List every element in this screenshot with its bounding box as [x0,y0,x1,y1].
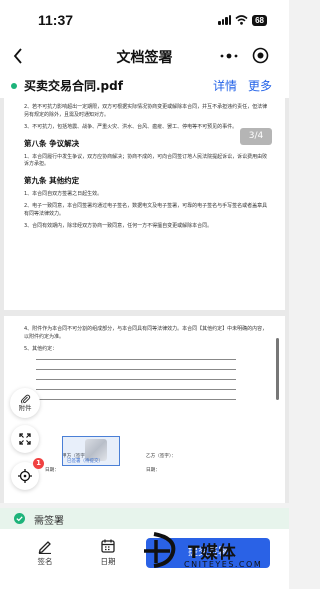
status-time: 11:37 [38,12,74,28]
doc-paragraph: 4、附件作为本合同不可分割的组成部分，与本合同具有同等法律效力。本合同【其他约定… [24,326,268,340]
calendar-icon [101,539,115,553]
date-a-label: 日期： [45,468,59,473]
status-icons: 68 [218,14,267,26]
doc-paragraph: 3、合同有效期内，除非经双方协商一致同意，任何一方不得擅自变更或解除本合同。 [24,223,213,229]
document-page: 4、附件作为本合同不可分割的组成部分，与本合同具有同等法律效力。本合同【其他约定… [4,316,285,503]
pen-icon [38,541,51,554]
signature-field[interactable]: 已签署（待提交） [62,436,120,466]
doc-paragraph: 2、若不可抗力影响超出一定期限，双方可根据实际情况协商变更或解除本合同，并互不承… [24,104,268,118]
file-bar: 买卖交易合同.pdf 详情 更多 [0,72,289,98]
date-tool-button[interactable]: 日期 [90,538,126,567]
attachment-button[interactable]: 附件 [10,388,40,418]
doc-paragraph: 1、本合同自双方签署之日起生效。 [24,190,103,197]
attachment-label: 附件 [18,404,32,412]
back-arrow-icon[interactable] [12,46,24,66]
section-heading: 第八条 争议解决 [24,138,80,148]
brand-site-text: CNITEYES.COM [184,560,263,569]
wifi-icon [235,15,248,25]
more-options-icon[interactable] [218,50,240,62]
pending-count-badge: 1 [33,458,44,469]
more-link[interactable]: 更多 [248,77,272,94]
check-circle-icon [14,513,25,524]
doc-paragraph: 5、其他约定： [24,346,58,352]
scrollbar[interactable] [276,338,279,400]
sign-tool-label: 签名 [37,557,53,566]
sign-tool-button[interactable]: 签名 [27,538,63,567]
doc-paragraph: 1、本合同履行中发生争议，双方应协商解决；协商不成的，可向合同签订地人民法院提起… [24,153,268,168]
document-viewer[interactable]: 2、若不可抗力影响超出一定期限，双方可根据实际情况协商变更或解除本合同，并互不承… [0,98,289,503]
date-tool-label: 日期 [100,557,116,566]
battery-icon: 68 [252,14,267,26]
crosshair-icon [18,469,32,483]
status-bar: 11:37 68 [0,0,289,40]
doc-paragraph: 2、电子一致同意，本合同签署均通过电子签名，数据电文及电子签署，可靠的电子签名与… [24,203,268,217]
details-link[interactable]: 详情 [213,77,237,94]
party-b-label: 乙方（签字）： [146,454,176,459]
signed-status-text: 已签署（待提交） [67,459,103,464]
brand-logo-icon [144,532,176,568]
nav-bar: 文档签署 [0,40,289,72]
expand-icon [19,433,31,445]
fullscreen-button[interactable] [11,425,39,453]
date-b-label: 日期： [146,468,160,473]
file-status-dot [11,83,17,89]
blank-lines [24,358,271,400]
status-text: 需签署 [34,516,64,527]
page-indicator: 3/4 [240,128,272,145]
page-title: 文档签署 [116,50,173,66]
section-heading: 第九条 其他约定 [24,175,80,185]
file-name: 买卖交易合同.pdf [24,79,123,93]
signal-icon [218,15,232,25]
watermark: T媒体 CNITEYES.COM [138,526,284,582]
doc-paragraph: 3、不可抗力，包括地震、战争、严重火灾、洪水、台风、瘟疫、罢工、停电等不可预见的… [24,124,238,130]
close-miniprogram-icon[interactable] [252,47,269,64]
